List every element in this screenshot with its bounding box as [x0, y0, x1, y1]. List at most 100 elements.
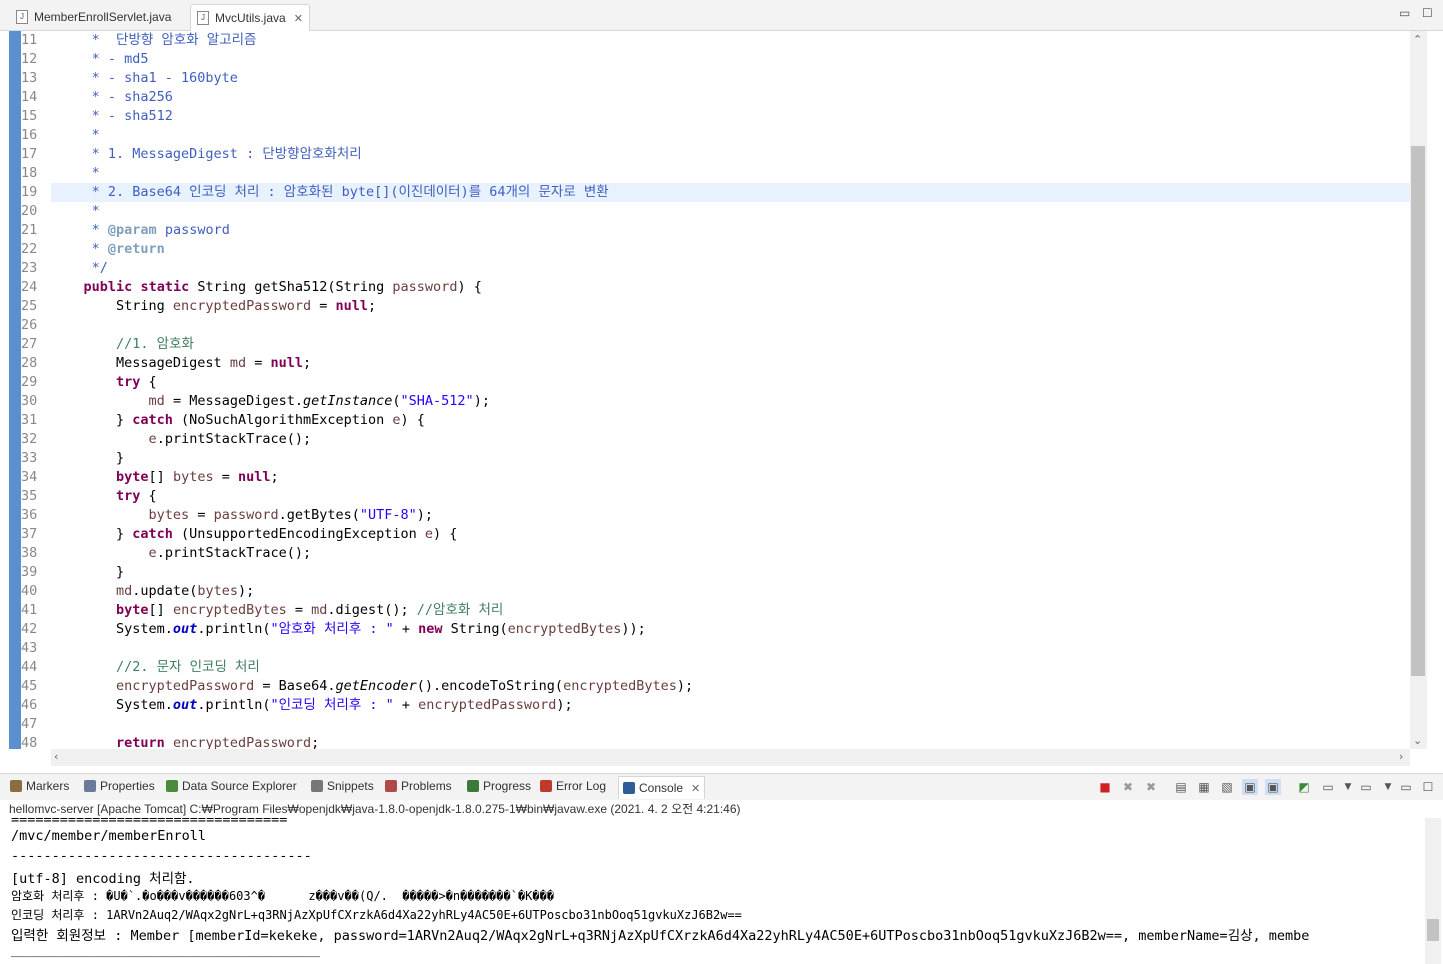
- code-line[interactable]: *: [51, 202, 1410, 221]
- pin-console-icon[interactable]: ◩: [1296, 779, 1312, 795]
- code-area[interactable]: * 단방향 암호화 알고리즘 * - md5 * - sha1 - 160byt…: [51, 31, 1410, 753]
- close-tab-icon[interactable]: ✕: [294, 12, 303, 25]
- maximize-icon[interactable]: ☐: [1422, 6, 1433, 20]
- code-line[interactable]: }: [51, 563, 1410, 582]
- tab-error-log[interactable]: Error Log: [540, 779, 606, 793]
- tab-markers[interactable]: Markers: [10, 779, 69, 793]
- line-number: 41: [21, 602, 38, 618]
- code-token: null: [270, 355, 303, 371]
- code-line[interactable]: * 2. Base64 인코딩 처리 : 암호화된 byte[](이진데이터)를…: [51, 183, 1410, 202]
- code-token: +: [393, 697, 419, 713]
- code-line[interactable]: try {: [51, 487, 1410, 506]
- tab-data-source-explorer[interactable]: Data Source Explorer: [166, 779, 297, 793]
- code-line[interactable]: [51, 316, 1410, 335]
- open-console-icon[interactable]: ▭: [1358, 779, 1374, 795]
- code-line[interactable]: try {: [51, 373, 1410, 392]
- tab-mvc-utils[interactable]: J MvcUtils.java ✕: [190, 4, 310, 31]
- code-token: * 1. MessageDigest : 단방향암호화처리: [51, 146, 362, 162]
- code-line[interactable]: *: [51, 126, 1410, 145]
- code-line[interactable]: e.printStackTrace();: [51, 430, 1410, 449]
- line-number: 30: [21, 393, 38, 409]
- scroll-down-icon[interactable]: ⌄: [1413, 734, 1422, 747]
- code-line[interactable]: }: [51, 449, 1410, 468]
- code-line[interactable]: byte[] encryptedBytes = md.digest(); //암…: [51, 601, 1410, 620]
- code-line[interactable]: * - sha512: [51, 107, 1410, 126]
- code-line[interactable]: * 단방향 암호화 알고리즘: [51, 31, 1410, 50]
- code-line[interactable]: * - sha1 - 160byte: [51, 69, 1410, 88]
- progress-icon: [467, 780, 479, 792]
- maximize-icon[interactable]: ☐: [1420, 779, 1436, 795]
- minimize-icon[interactable]: ▭: [1398, 779, 1414, 795]
- code-line[interactable]: e.printStackTrace();: [51, 544, 1410, 563]
- code-line[interactable]: } catch (UnsupportedEncodingException e)…: [51, 525, 1410, 544]
- code-token: bytes: [148, 507, 190, 523]
- code-line[interactable]: [51, 639, 1410, 658]
- code-line[interactable]: * @return: [51, 240, 1410, 259]
- code-line[interactable]: MessageDigest md = null;: [51, 354, 1410, 373]
- code-line[interactable]: * - sha256: [51, 88, 1410, 107]
- editor-scroll-thumb[interactable]: [1411, 146, 1425, 676]
- code-line[interactable]: *: [51, 164, 1410, 183]
- code-line[interactable]: public static String getSha512(String pa…: [51, 278, 1410, 297]
- code-line[interactable]: bytes = password.getBytes("UTF-8");: [51, 506, 1410, 525]
- tab-properties[interactable]: Properties: [84, 779, 155, 793]
- word-wrap-icon[interactable]: ▧: [1219, 779, 1235, 795]
- display-console-icon[interactable]: ▭: [1320, 779, 1336, 795]
- editor-horizontal-scrollbar[interactable]: [51, 749, 1410, 766]
- close-tab-icon[interactable]: ✕: [691, 782, 700, 795]
- code-line[interactable]: String encryptedPassword = null;: [51, 297, 1410, 316]
- scroll-up-icon[interactable]: ⌃: [1413, 33, 1422, 46]
- remove-all-icon[interactable]: ✖: [1143, 779, 1159, 795]
- code-token: * - md5: [51, 51, 149, 67]
- code-line[interactable]: System.out.println("인코딩 처리후 : " + encryp…: [51, 696, 1410, 715]
- code-line[interactable]: * - md5: [51, 50, 1410, 69]
- terminate-icon[interactable]: ■: [1097, 779, 1113, 795]
- code-line[interactable]: byte[] bytes = null;: [51, 468, 1410, 487]
- code-line[interactable]: //1. 암호화: [51, 335, 1410, 354]
- code-token: "인코딩 처리후 : ": [270, 697, 394, 713]
- code-token: ) {: [400, 412, 425, 428]
- show-stdout-icon[interactable]: ▣: [1242, 779, 1258, 795]
- code-token: "SHA-512": [400, 393, 474, 409]
- scroll-right-icon[interactable]: ›: [1399, 750, 1403, 763]
- tab-console[interactable]: Console ✕: [618, 776, 706, 799]
- remove-launch-icon[interactable]: ✖: [1120, 779, 1136, 795]
- code-line[interactable]: md.update(bytes);: [51, 582, 1410, 601]
- code-line[interactable]: md = MessageDigest.getInstance("SHA-512"…: [51, 392, 1410, 411]
- code-token: *: [51, 127, 100, 143]
- code-line[interactable]: * 1. MessageDigest : 단방향암호화처리: [51, 145, 1410, 164]
- code-line[interactable]: */: [51, 259, 1410, 278]
- minimize-icon[interactable]: ▭: [1399, 6, 1410, 20]
- chevron-down-icon[interactable]: ▼: [1340, 779, 1356, 795]
- console-vertical-scrollbar[interactable]: [1425, 818, 1441, 964]
- show-stderr-icon[interactable]: ▣: [1265, 779, 1281, 795]
- tab-snippets[interactable]: Snippets: [311, 779, 374, 793]
- tab-label: Properties: [100, 779, 155, 793]
- code-token: =: [246, 355, 271, 371]
- code-token: getEncoder: [335, 678, 417, 694]
- chevron-down-icon[interactable]: ▼: [1380, 779, 1396, 795]
- code-token: );: [416, 507, 434, 523]
- code-line[interactable]: encryptedPassword = Base64.getEncoder().…: [51, 677, 1410, 696]
- code-line[interactable]: } catch (NoSuchAlgorithmException e) {: [51, 411, 1410, 430]
- code-line[interactable]: System.out.println("암호화 처리후 : " + new St…: [51, 620, 1410, 639]
- tab-member-enroll-servlet[interactable]: J MemberEnrollServlet.java: [10, 4, 177, 30]
- code-editor[interactable]: 11 12 13 14 15 16 17 18 19 20 21 22 23 24 25 26 27 28 29 30…: [0, 31, 1443, 766]
- tab-progress[interactable]: Progress: [467, 779, 531, 793]
- code-token: .update(: [132, 583, 198, 599]
- clear-console-icon[interactable]: ▤: [1173, 779, 1189, 795]
- code-token: );: [676, 678, 694, 694]
- code-line[interactable]: [51, 715, 1410, 734]
- code-line[interactable]: //2. 문자 인코딩 처리: [51, 658, 1410, 677]
- code-token: {: [140, 488, 157, 504]
- scroll-left-icon[interactable]: ‹: [54, 750, 58, 763]
- tab-problems[interactable]: Problems: [385, 779, 452, 793]
- console-scroll-thumb[interactable]: [1427, 919, 1439, 941]
- line-number: 38: [21, 545, 38, 561]
- code-token: * - sha512: [51, 108, 173, 124]
- scroll-lock-icon[interactable]: ▦: [1196, 779, 1212, 795]
- console-output[interactable]: ==================================/mvc/m…: [0, 818, 1425, 964]
- code-token: md: [116, 583, 133, 599]
- code-line[interactable]: * @param password: [51, 221, 1410, 240]
